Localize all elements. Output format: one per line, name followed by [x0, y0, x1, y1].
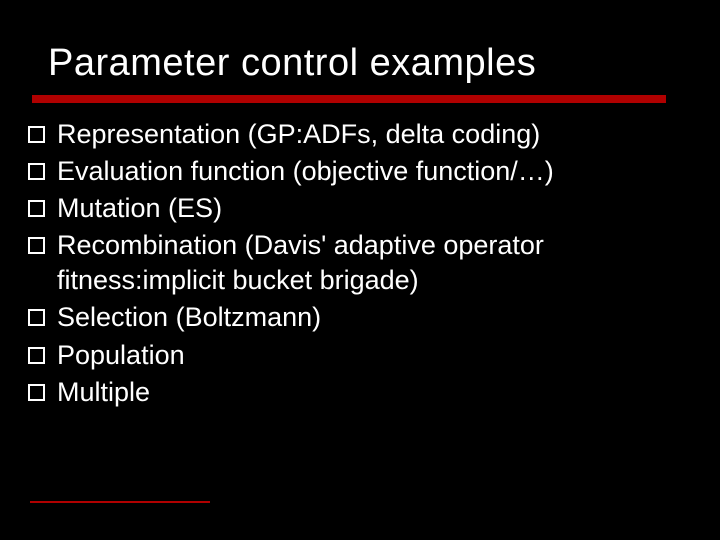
list-item: Mutation (ES) — [28, 191, 680, 226]
content-area: Representation (GP:ADFs, delta coding) E… — [0, 103, 720, 410]
checkbox-icon — [28, 200, 45, 217]
slide: Parameter control examples Representatio… — [0, 0, 720, 540]
list-item: Selection (Boltzmann) — [28, 300, 680, 335]
bullet-text: Population — [57, 338, 185, 373]
bullet-text: Multiple — [57, 375, 150, 410]
checkbox-icon — [28, 309, 45, 326]
list-item: Multiple — [28, 375, 680, 410]
checkbox-icon — [28, 384, 45, 401]
title-underline — [32, 95, 666, 103]
checkbox-icon — [28, 347, 45, 364]
bullet-text: Representation (GP:ADFs, delta coding) — [57, 117, 540, 152]
list-item: Evaluation function (objective function/… — [28, 154, 680, 189]
checkbox-icon — [28, 163, 45, 180]
list-item: Population — [28, 338, 680, 373]
list-item: Recombination (Davis' adaptive operator … — [28, 228, 680, 298]
checkbox-icon — [28, 237, 45, 254]
list-item: Representation (GP:ADFs, delta coding) — [28, 117, 680, 152]
bullet-text: Mutation (ES) — [57, 191, 222, 226]
checkbox-icon — [28, 126, 45, 143]
footer-divider — [30, 501, 210, 503]
slide-title: Parameter control examples — [48, 42, 700, 85]
bullet-text: Recombination (Davis' adaptive operator … — [57, 228, 680, 298]
title-container: Parameter control examples — [0, 0, 720, 85]
bullet-text: Evaluation function (objective function/… — [57, 154, 554, 189]
bullet-text: Selection (Boltzmann) — [57, 300, 321, 335]
